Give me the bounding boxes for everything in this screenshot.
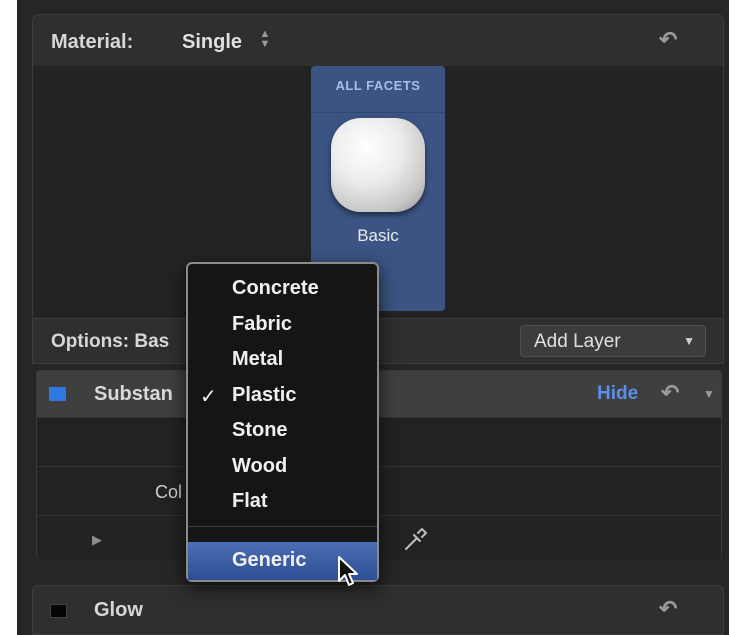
eyedropper-icon[interactable] [401,524,431,554]
menu-item-generic[interactable]: Generic [232,549,306,572]
triangle-down-icon: ▼ [683,334,695,348]
material-popup[interactable]: Single [182,31,242,54]
facet-divider [311,112,445,113]
menu-item-wood[interactable]: Wood [232,455,287,478]
material-label: Material: [51,31,134,53]
hide-button[interactable]: Hide [597,383,638,405]
checkmark-icon: ✓ [200,386,217,408]
add-layer-popup[interactable]: Add Layer ▼ [520,325,706,357]
triangle-down-icon[interactable]: ▼ [703,387,715,401]
options-label: Options: Bas [51,331,170,352]
disclosure-triangle-icon[interactable]: ▶ [92,532,102,548]
facet-title: ALL FACETS [335,78,421,93]
substance-layer: Substan Hide ↶ ▼ Col ▶ [36,370,722,560]
pointer-cursor-icon [338,556,358,586]
color-label: Col [155,482,183,502]
substance-row-type [37,417,721,467]
add-layer-label: Add Layer [534,331,621,352]
substance-type-menu: Concrete Fabric Metal ✓ Plastic Stone Wo… [186,262,379,582]
substance-row-color: Col [37,466,721,516]
substance-header: Substan Hide ↶ ▼ [37,371,721,417]
glow-label: Glow [94,599,143,621]
material-preview-swatch [331,118,425,212]
substance-color-swatch[interactable] [49,387,66,401]
material-header: Material: Single ▲ ▼ ↶ [32,14,724,66]
glow-layer-header: Glow ↶ [32,585,724,635]
undo-arrow-icon[interactable]: ↶ [659,596,677,622]
undo-arrow-icon[interactable]: ↶ [659,27,677,53]
menu-item-plastic[interactable]: Plastic [232,384,296,407]
menu-item-metal[interactable]: Metal [232,348,283,371]
substance-row-color-controls: ▶ [37,515,721,560]
facet-material-label: Basic [357,226,399,245]
menu-item-fabric[interactable]: Fabric [232,313,292,336]
menu-item-stone[interactable]: Stone [232,419,288,442]
up-down-stepper-icon[interactable]: ▲ ▼ [258,29,272,50]
undo-arrow-icon[interactable]: ↶ [661,380,679,406]
menu-item-concrete[interactable]: Concrete [232,277,319,300]
glow-color-swatch[interactable] [50,604,67,618]
substance-label: Substan [94,383,173,405]
menu-item-flat[interactable]: Flat [232,490,268,513]
menu-separator [188,526,377,527]
